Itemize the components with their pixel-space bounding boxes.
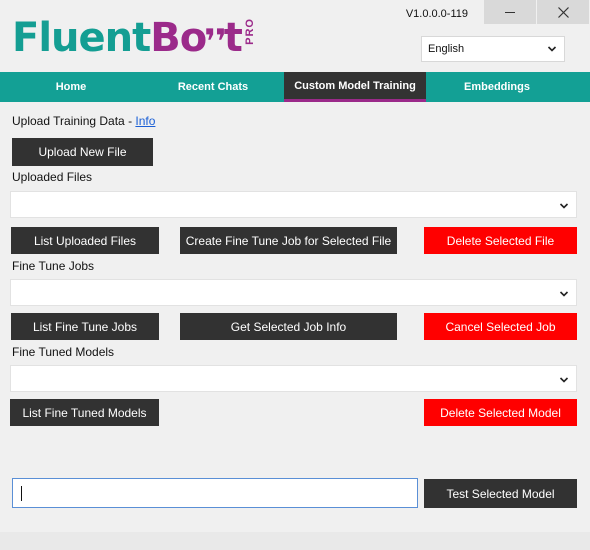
tab-home[interactable]: Home — [0, 72, 142, 102]
logo-text-fluent: Fluent — [12, 15, 151, 61]
info-link[interactable]: Info — [135, 114, 155, 128]
minimize-icon — [505, 11, 515, 13]
chevron-down-icon — [559, 291, 569, 297]
version-label: V1.0.0.0-119 — [405, 8, 468, 20]
test-selected-model-button[interactable]: Test Selected Model — [424, 479, 577, 508]
fine-tuned-models-label: Fine Tuned Models — [12, 345, 115, 359]
app-logo: Fluent Bo ❜❜ t PRO — [12, 14, 256, 62]
tab-recent-chats[interactable]: Recent Chats — [142, 72, 284, 102]
tab-embeddings-label: Embeddings — [463, 81, 530, 93]
cancel-selected-job-button[interactable]: Cancel Selected Job — [424, 313, 577, 340]
tab-home-label: Home — [55, 81, 87, 93]
logo-text-bot: Bo — [150, 15, 207, 61]
logo-quote-icon: ❜❜ — [204, 22, 227, 62]
tab-custom-model-training-label: Custom Model Training — [294, 79, 416, 92]
delete-selected-model-button[interactable]: Delete Selected Model — [424, 399, 577, 426]
delete-selected-file-button[interactable]: Delete Selected File — [424, 227, 577, 254]
fine-tune-jobs-label: Fine Tune Jobs — [12, 259, 95, 273]
chevron-down-icon — [559, 203, 569, 209]
fine-tuned-models-select[interactable] — [10, 365, 577, 392]
text-cursor — [21, 486, 22, 501]
chevron-down-icon — [547, 46, 557, 52]
minimize-button[interactable] — [484, 0, 536, 24]
uploaded-files-label: Uploaded Files — [12, 170, 93, 184]
logo-text-t: t — [223, 15, 243, 61]
chevron-down-icon — [559, 377, 569, 383]
list-fine-tuned-models-button[interactable]: List Fine Tuned Models — [10, 399, 159, 426]
status-strip — [0, 532, 590, 550]
get-selected-job-info-button[interactable]: Get Selected Job Info — [180, 313, 397, 340]
language-select[interactable]: English — [421, 36, 565, 62]
tab-embeddings[interactable]: Embeddings — [426, 72, 568, 102]
test-prompt-input[interactable] — [12, 478, 418, 508]
create-fine-tune-job-button[interactable]: Create Fine Tune Job for Selected File — [180, 227, 397, 254]
tab-custom-model-training[interactable]: Custom Model Training — [284, 72, 426, 102]
close-button[interactable] — [537, 0, 589, 24]
close-icon — [557, 6, 569, 18]
upload-training-data-text: Upload Training Data - — [12, 114, 136, 128]
tab-recent-chats-label: Recent Chats — [177, 81, 249, 93]
upload-new-file-button[interactable]: Upload New File — [12, 138, 153, 166]
language-selected-value: English — [428, 43, 465, 55]
uploaded-files-select[interactable] — [10, 191, 577, 218]
list-fine-tune-jobs-button[interactable]: List Fine Tune Jobs — [11, 313, 159, 340]
main-nav: Home Recent Chats Custom Model Training … — [0, 72, 590, 102]
logo-pro-badge: PRO — [243, 18, 256, 45]
fine-tune-jobs-select[interactable] — [10, 279, 577, 306]
list-uploaded-files-button[interactable]: List Uploaded Files — [11, 227, 159, 254]
upload-training-data-label: Upload Training Data - Info — [12, 114, 155, 128]
